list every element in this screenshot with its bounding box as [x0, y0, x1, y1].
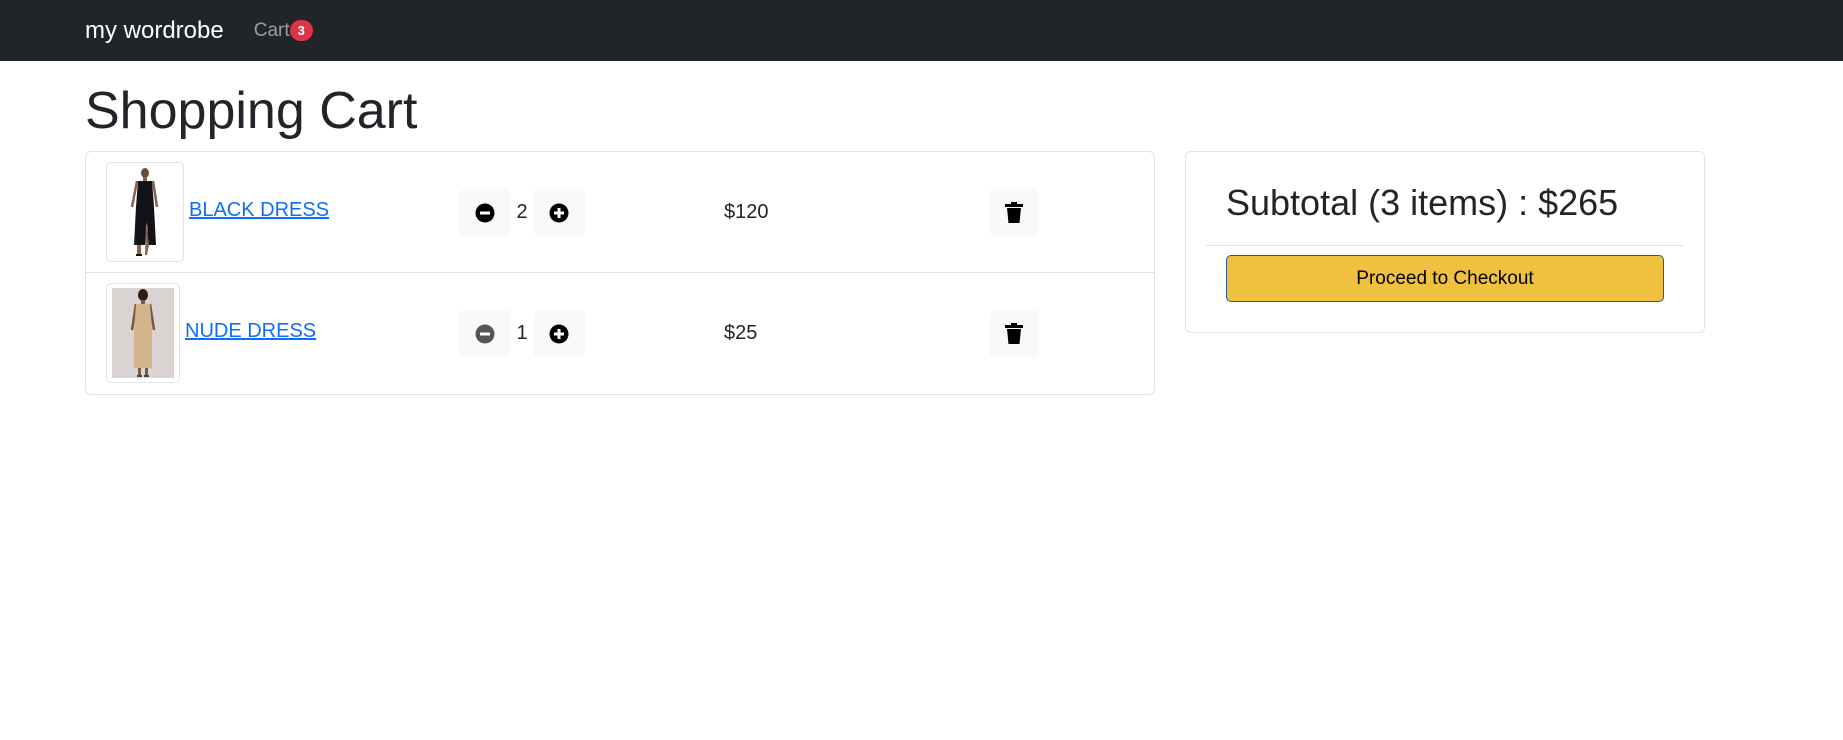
cart-count-badge: 3: [289, 20, 313, 41]
trash-icon: [1005, 323, 1023, 344]
trash-icon: [1005, 202, 1023, 223]
increase-quantity-button[interactable]: [533, 189, 585, 236]
nav-cart-link[interactable]: Cart 3: [254, 20, 313, 42]
cart-item-list: BLACK DRESS 2 $120 NUDE DRESS 1 $25: [85, 151, 1155, 395]
cart-item-row: NUDE DRESS 1 $25: [86, 273, 1154, 394]
increase-quantity-button[interactable]: [533, 310, 585, 357]
plus-circle-icon: [549, 203, 569, 222]
summary-divider: [1206, 245, 1684, 246]
main-content: Shopping Cart BLACK DRESS 2 $120 NUDE DR…: [0, 61, 1843, 395]
black-dress-image: [114, 167, 176, 257]
quantity-value: 1: [516, 322, 528, 344]
decrease-quantity-button[interactable]: [459, 189, 511, 236]
black-dress-thumbnail[interactable]: [106, 162, 184, 262]
quantity-value: 2: [516, 201, 528, 223]
product-link-nude-dress[interactable]: NUDE DRESS: [185, 320, 316, 343]
minus-circle-icon: [475, 203, 495, 222]
product-link-black-dress[interactable]: BLACK DRESS: [189, 199, 329, 222]
plus-circle-icon: [549, 324, 569, 343]
subtotal-heading: Subtotal (3 items) : $265: [1226, 182, 1619, 223]
decrease-quantity-button[interactable]: [459, 310, 511, 357]
quantity-stepper: 1: [459, 310, 585, 357]
item-price: $120: [724, 201, 769, 223]
nude-dress-thumbnail[interactable]: [106, 283, 180, 383]
order-summary-card: Subtotal (3 items) : $265 Proceed to Che…: [1185, 151, 1705, 333]
remove-item-button[interactable]: [989, 189, 1039, 236]
nav-cart-label: Cart: [253, 19, 290, 41]
top-navbar: my wordrobe Cart 3: [0, 0, 1843, 61]
nude-dress-image: [112, 288, 174, 378]
page-title: Shopping Cart: [85, 82, 418, 140]
proceed-to-checkout-button[interactable]: Proceed to Checkout: [1226, 255, 1664, 302]
brand-logo-link[interactable]: my wordrobe: [85, 17, 224, 45]
quantity-stepper: 2: [459, 189, 585, 236]
remove-item-button[interactable]: [989, 310, 1039, 357]
minus-circle-icon: [475, 324, 495, 343]
cart-item-row: BLACK DRESS 2 $120: [86, 152, 1154, 273]
item-price: $25: [724, 322, 758, 344]
